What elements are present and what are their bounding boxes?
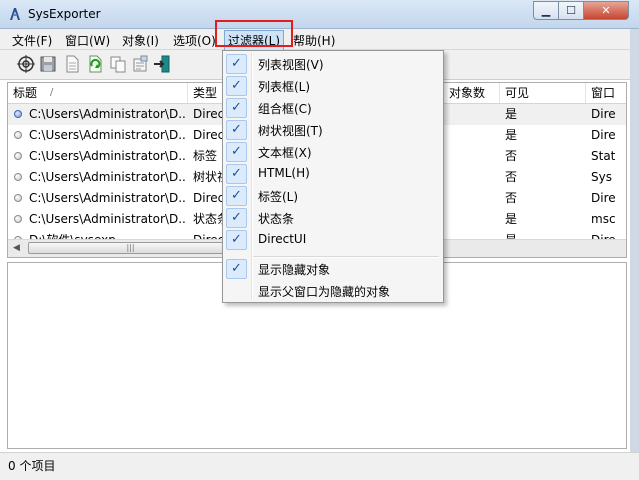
properties-icon[interactable]	[130, 54, 150, 74]
save-icon[interactable]	[38, 54, 58, 74]
check-icon: ✓	[226, 230, 247, 250]
cell-visible: 否	[505, 149, 518, 163]
column-header-visible[interactable]: 可见	[500, 83, 586, 103]
column-header-object-count[interactable]: 对象数	[444, 83, 500, 103]
menu-item-label[interactable]: ✓ 标签(L)	[225, 185, 441, 207]
check-icon: ✓	[226, 54, 247, 74]
app-icon	[10, 8, 20, 20]
target-icon[interactable]	[16, 54, 36, 74]
menu-item-statusbar[interactable]: ✓ 状态条	[225, 207, 441, 229]
status-item-count: 0 个项目	[8, 459, 56, 473]
column-header-title[interactable]: 标题 /	[8, 83, 188, 103]
cell-title: C:\Users\Administrator\D...	[29, 149, 187, 163]
copy-icon[interactable]	[108, 54, 128, 74]
cell-visible: 否	[505, 191, 518, 205]
scroll-thumb[interactable]: |||	[28, 242, 233, 254]
cell-visible: 否	[505, 170, 518, 184]
refresh-icon[interactable]	[85, 54, 105, 74]
check-icon: ✓	[226, 186, 247, 206]
check-icon: ✓	[226, 120, 247, 140]
check-icon: ✓	[226, 208, 247, 228]
menu-options[interactable]: 选项(O)	[173, 32, 216, 49]
menu-filter[interactable]: 过滤器(L)	[224, 30, 285, 51]
status-bar: 0 个项目	[0, 452, 639, 480]
menu-item-treeview[interactable]: ✓ 树状视图(T)	[225, 119, 441, 141]
cell-window: Dire	[591, 191, 616, 205]
cell-visible: 是	[505, 107, 518, 121]
item-status-icon	[14, 215, 22, 223]
column-header-window[interactable]: 窗口	[586, 83, 626, 103]
cell-visible: 是	[505, 128, 518, 142]
menu-item-listview[interactable]: ✓ 列表视图(V)	[225, 53, 441, 75]
menu-item-directui[interactable]: ✓ DirectUI	[225, 229, 441, 251]
window-border	[630, 29, 639, 452]
maximize-button[interactable]: ☐	[558, 1, 584, 20]
menu-bar: 文件(F) 窗口(W) 对象(I) 选项(O) 过滤器(L) 帮助(H)	[0, 29, 639, 51]
cell-window: Dire	[591, 128, 616, 142]
check-icon: ✓	[226, 259, 247, 279]
menu-window[interactable]: 窗口(W)	[65, 32, 110, 49]
cell-title: C:\Users\Administrator\D...	[29, 212, 187, 226]
document-icon[interactable]	[62, 54, 82, 74]
item-status-icon	[14, 110, 22, 118]
cell-window: Stat	[591, 149, 616, 163]
cell-visible: 是	[505, 212, 518, 226]
scroll-left-icon[interactable]: ◀	[8, 240, 25, 256]
check-icon: ✓	[226, 142, 247, 162]
window-title: SysExporter	[28, 7, 101, 21]
menu-item-textbox[interactable]: ✓ 文本框(X)	[225, 141, 441, 163]
item-status-icon	[14, 152, 22, 160]
menu-item-combobox[interactable]: ✓ 组合框(C)	[225, 97, 441, 119]
cell-window: Dire	[591, 107, 616, 121]
check-icon: ✓	[226, 98, 247, 118]
title-bar: SysExporter ▁ ☐ ✕	[0, 0, 639, 29]
filter-dropdown-menu: ✓ 列表视图(V) ✓ 列表框(L) ✓ 组合框(C) ✓ 树状视图(T) ✓ …	[222, 50, 444, 303]
item-status-icon	[14, 194, 22, 202]
close-icon: ✕	[601, 4, 611, 17]
exit-icon[interactable]	[152, 54, 172, 74]
menu-item-show-hidden-parent[interactable]: 显示父窗口为隐藏的对象	[225, 280, 441, 302]
cell-window: msc	[591, 212, 616, 226]
cell-title: C:\Users\Administrator\D...	[29, 170, 187, 184]
menu-item-listbox[interactable]: ✓ 列表框(L)	[225, 75, 441, 97]
check-icon: ✓	[226, 164, 247, 184]
menu-file[interactable]: 文件(F)	[12, 32, 52, 49]
sort-indicator-icon: /	[50, 87, 54, 98]
menu-item-show-hidden[interactable]: ✓ 显示隐藏对象	[225, 258, 441, 280]
check-icon: ✓	[226, 76, 247, 96]
item-status-icon	[14, 131, 22, 139]
menu-item-html[interactable]: ✓ HTML(H)	[225, 163, 441, 185]
minimize-icon: ▁	[541, 4, 551, 17]
item-status-icon	[14, 173, 22, 181]
cell-title: C:\Users\Administrator\D...	[29, 107, 187, 121]
cell-window: Sys	[591, 170, 612, 184]
menu-object[interactable]: 对象(I)	[122, 32, 159, 49]
minimize-button[interactable]: ▁	[533, 1, 559, 20]
cell-title: C:\Users\Administrator\D...	[29, 191, 187, 205]
menu-help[interactable]: 帮助(H)	[293, 32, 335, 49]
maximize-icon: ☐	[566, 4, 576, 17]
close-button[interactable]: ✕	[583, 1, 629, 20]
cell-title: C:\Users\Administrator\D...	[29, 128, 187, 142]
